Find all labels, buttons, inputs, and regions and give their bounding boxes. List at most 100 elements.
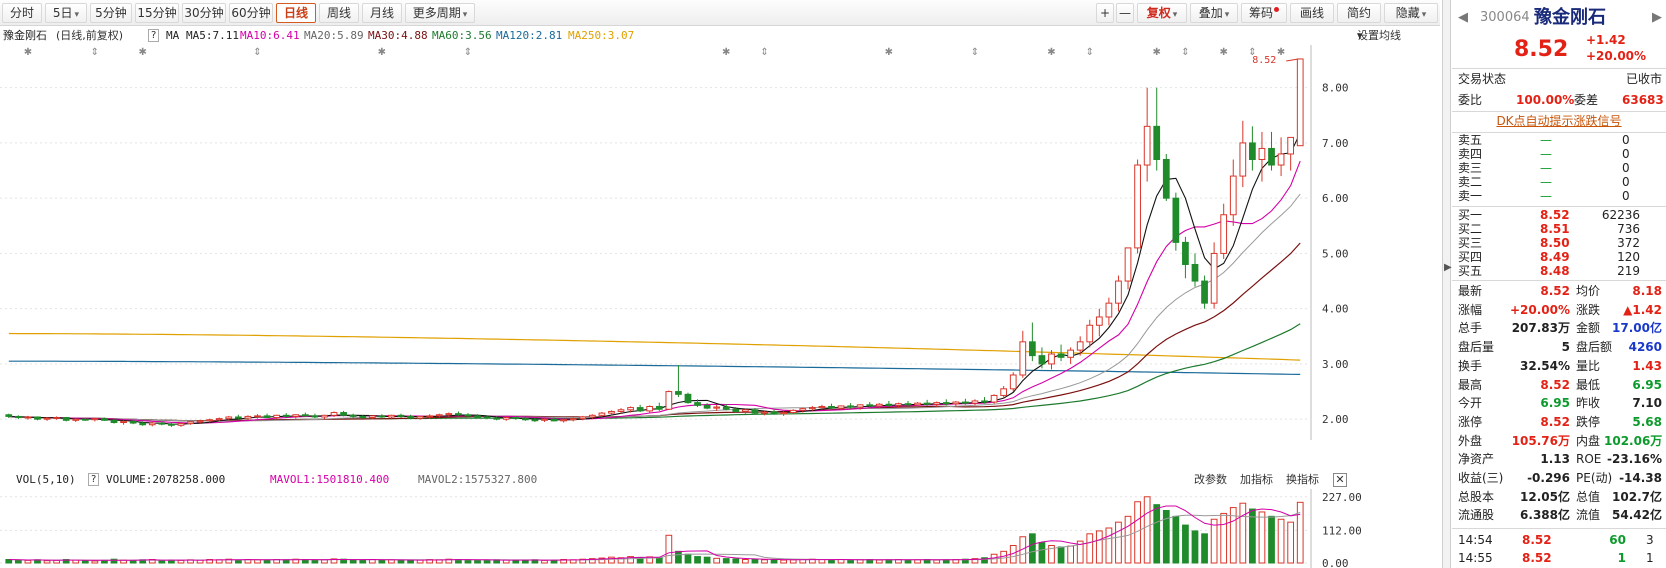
bid-price: 8.48 [1540,264,1570,278]
candle-body [292,414,300,417]
tab-intraday[interactable]: 分时 [2,3,42,23]
candle-body [541,418,548,421]
tick-row: 14:54 8.52 60 3 [1456,532,1662,548]
volume-bar [378,559,386,564]
dk-signal-link[interactable]: DK点自动提示涨跌信号 [1496,114,1621,128]
next-stock-icon[interactable]: ▶ [1652,6,1662,30]
bid-price: 8.52 [1540,208,1570,222]
help-icon[interactable]: ? [148,29,160,42]
stat-value: 5.68 [1632,414,1662,429]
stock-name: 豫金刚石 [3,29,47,42]
stat-label: 总股本 [1458,489,1495,504]
tab-30min[interactable]: 30分钟 [182,3,226,23]
event-marker-icon: ⇕ [1086,47,1094,58]
candle-body [1048,353,1055,365]
candle-body [101,418,108,421]
event-marker-icon: ⇕ [1181,47,1189,58]
help-icon[interactable]: ? [88,473,100,486]
add-indicator-button[interactable]: 加指标 [1240,471,1273,489]
candle-body [1277,153,1285,166]
event-marker-icon: ✱ [139,47,147,58]
candle-body [531,419,539,422]
candle-body [368,415,376,419]
switch-indicator-button[interactable]: 换指标 [1286,471,1319,489]
stock-terminal: 分时 5日 ▾ 5分钟 15分钟 30分钟 60分钟 日线 周线 月线 更多周期 ▾… [0,0,1666,568]
volume-bar [1000,550,1008,564]
weibi-label: 委比 [1458,93,1483,107]
candle-body [1028,341,1036,357]
tab-15min[interactable]: 15分钟 [135,3,179,23]
volume-tick-label: 227.00 [1322,491,1362,504]
draw-line-button[interactable]: 画线 [1290,3,1334,23]
volume-bar [780,559,788,564]
simple-mode-button[interactable]: 简约 [1337,3,1381,23]
candle-body [608,410,615,414]
status-row: 交易状态 已收市 [1456,70,1662,89]
stat-label: 今开 [1458,396,1483,411]
stat-label: ROE [1576,452,1602,467]
weicha-value: 63683 [1622,93,1664,107]
candle-body [904,403,912,406]
candle-body [761,411,768,414]
candle-body [464,414,472,417]
stat-value: 12.05亿 [1520,489,1570,504]
tab-5day[interactable]: 5日 ▾ [45,3,87,23]
bid-volume: 62236 [1601,208,1640,222]
more-periods-dropdown[interactable]: 更多周期 ▾ [405,3,475,23]
volume-bar [684,553,692,564]
volume-bar [933,559,941,564]
bid-price: 8.51 [1540,222,1570,236]
candle-body [53,417,60,420]
candle-body [1287,136,1295,155]
ma-settings-button[interactable]: 设置均线 ▾ [1357,27,1401,45]
candle-body [1086,324,1094,343]
zoom-in-button[interactable]: + [1096,3,1114,23]
panel-splitter[interactable]: ▶ [1442,0,1452,568]
adjust-dropdown[interactable]: 复权 ▾ [1137,3,1187,23]
candle-body [215,418,223,421]
tab-monthly[interactable]: 月线 [362,3,402,23]
bid-volume: 219 [1617,264,1640,278]
candle-body [493,417,501,420]
candle-body [875,403,883,407]
overlay-dropdown[interactable]: 叠加 ▾ [1190,3,1238,23]
stat-value: 4260 [1628,340,1662,355]
candle-body [751,409,759,414]
ask-volume: 0 [1622,189,1630,203]
candle-body [1239,142,1247,177]
tab-daily[interactable]: 日线 [276,3,316,23]
volume-bar [713,557,721,564]
candle-body [837,405,845,409]
candle-body [1249,142,1256,161]
candlestick-chart[interactable]: 8.00 7.00 6.00 5.00 4.00 3.00 2.00 ✱ ⇕ ✱ ⇕ ✱ ⇕ ✱ ⇕ ✱ ⇕ ✱ ⇕… [0,45,1440,440]
tab-60min[interactable]: 60分钟 [229,3,273,23]
mavol1-value: MAVOL1:1501810.400 [270,473,390,486]
candle-body [282,414,290,417]
candle-body [120,420,127,424]
close-icon[interactable]: ✕ [1333,473,1347,487]
candle-body [129,420,137,424]
change-params-button[interactable]: 改参数 [1194,471,1227,489]
event-marker-icon: ✱ [722,47,730,58]
collapse-arrow-icon[interactable]: ▶ [1444,262,1452,273]
event-marker-icon: ✱ [378,47,386,58]
period-toolbar: 分时 5日 ▾ 5分钟 15分钟 30分钟 60分钟 日线 周线 月线 更多周期 ▾… [0,0,1440,26]
ask-volume: 0 [1622,175,1630,189]
price-tick-label: 5.00 [1322,247,1349,260]
zoom-out-button[interactable]: — [1116,3,1134,23]
tab-5min[interactable]: 5分钟 [90,3,132,23]
candle-body [818,405,826,409]
candle-body [1000,388,1008,396]
tab-weekly[interactable]: 周线 [319,3,359,23]
chips-button[interactable]: 筹码 [1241,3,1287,23]
candle-body [81,418,89,421]
stat-label: 涨停 [1458,414,1483,429]
ma250-line [8,332,1301,361]
stat-label: 内盘 [1576,433,1601,448]
hide-dropdown[interactable]: 隐藏 ▾ [1384,3,1438,23]
volume-chart[interactable]: 227.00 112.00 0.00 [0,489,1440,568]
candle-body [655,405,663,410]
ask-volume: 0 [1622,161,1630,175]
ma-legend: 豫金刚石 (日线,前复权) ? MA MA5:7.11 MA10:6.41 MA… [0,27,1440,45]
prev-stock-icon[interactable]: ◀ [1458,6,1468,30]
